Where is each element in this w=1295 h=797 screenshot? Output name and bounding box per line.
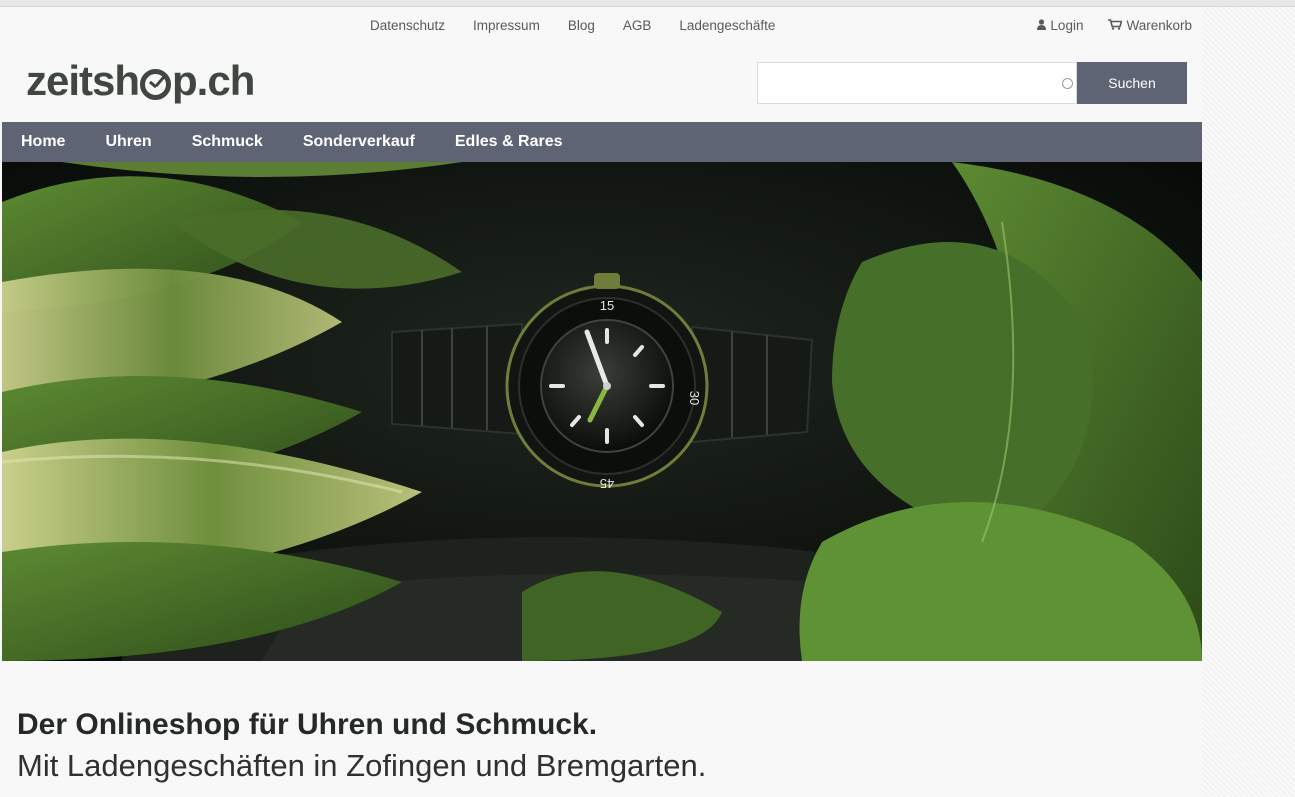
tagline: Der Onlineshop für Uhren und Schmuck. Mi…: [17, 707, 1187, 785]
nav-edles-rares[interactable]: Edles & Rares: [455, 133, 563, 151]
bezel-marker-30: 30: [687, 391, 702, 405]
hero-banner[interactable]: 15 30 45: [2, 162, 1202, 661]
login-label: Login: [1050, 18, 1084, 33]
hero-watch-image: 15 30 45: [2, 162, 1202, 661]
search-input[interactable]: [757, 62, 1077, 104]
nav-home[interactable]: Home: [21, 133, 65, 151]
bezel-marker-15: 15: [600, 298, 614, 313]
logo-text-end: p.ch: [172, 57, 255, 104]
top-bar: Datenschutz Impressum Blog AGB Ladengesc…: [2, 7, 1202, 43]
clock-icon: [140, 68, 172, 100]
cart-icon: [1108, 18, 1124, 33]
cart-link[interactable]: Warenkorb: [1108, 18, 1192, 33]
page: Datenschutz Impressum Blog AGB Ladengesc…: [2, 7, 1202, 797]
search-icon: [1062, 78, 1073, 89]
nav-schmuck[interactable]: Schmuck: [192, 133, 263, 151]
cart-label: Warenkorb: [1126, 18, 1192, 33]
nav-uhren[interactable]: Uhren: [105, 133, 151, 151]
page-headline: Der Onlineshop für Uhren und Schmuck.: [17, 708, 598, 741]
user-icon: [1037, 18, 1047, 33]
browser-chrome-edge: [0, 0, 1295, 7]
page-subline: Mit Ladengeschäften in Zofingen und Brem…: [17, 748, 707, 783]
logo[interactable]: zeitsh p.ch: [26, 57, 255, 105]
page-gutter: [1202, 7, 1295, 797]
link-datenschutz[interactable]: Datenschutz: [370, 18, 445, 33]
link-ladengeschaefte[interactable]: Ladengeschäfte: [679, 18, 775, 33]
link-impressum[interactable]: Impressum: [473, 18, 540, 33]
main-navigation: Home Uhren Schmuck Sonderverkauf Edles &…: [2, 122, 1202, 162]
link-agb[interactable]: AGB: [623, 18, 652, 33]
nav-sonderverkauf[interactable]: Sonderverkauf: [303, 133, 415, 151]
login-link[interactable]: Login: [1037, 18, 1083, 33]
search-button[interactable]: Suchen: [1077, 62, 1187, 104]
header: zeitsh p.ch Suchen: [2, 47, 1202, 119]
link-blog[interactable]: Blog: [568, 18, 595, 33]
service-links: Datenschutz Impressum Blog AGB Ladengesc…: [370, 18, 775, 33]
bezel-marker-45: 45: [600, 476, 614, 491]
logo-text-start: zeitsh: [26, 57, 140, 104]
account-links: Login Warenkorb: [1037, 18, 1192, 33]
